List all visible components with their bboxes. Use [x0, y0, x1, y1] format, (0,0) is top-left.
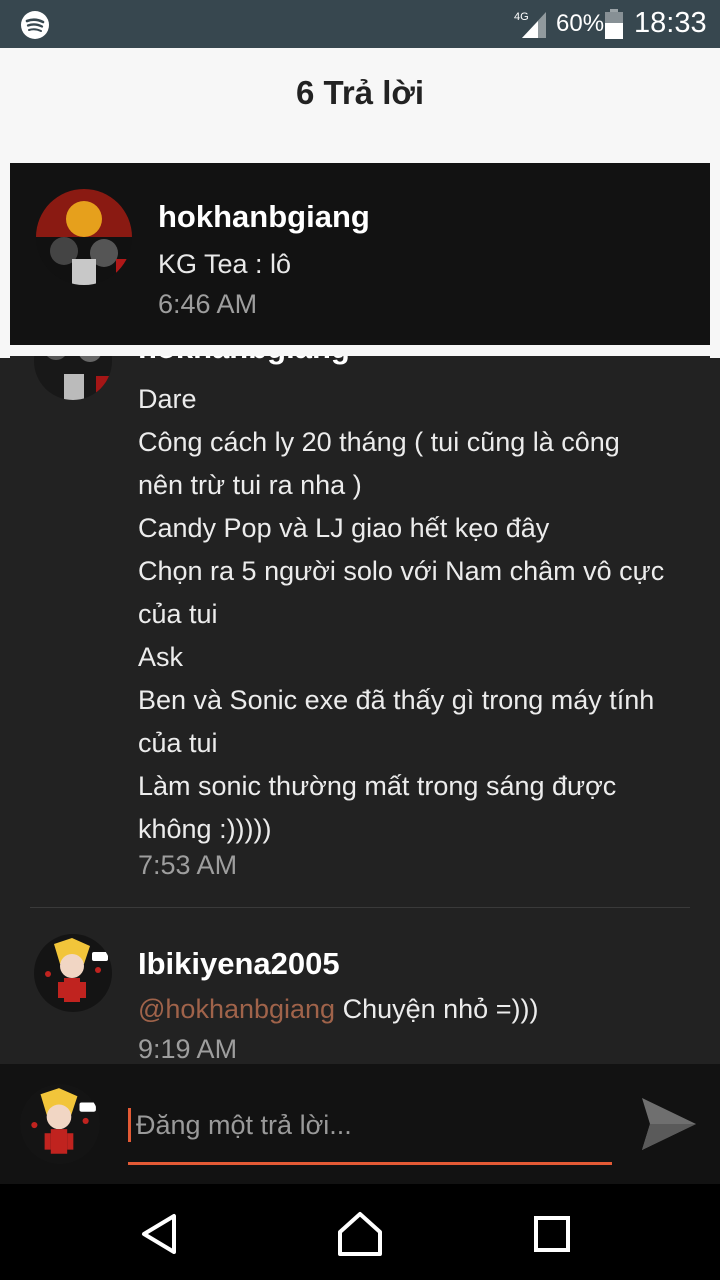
message-line: nên trừ tui ra nha )	[138, 470, 362, 500]
reply-input[interactable]	[134, 1104, 608, 1146]
divider	[30, 907, 690, 908]
post-message: @hokhanbgiang Chuyện nhỏ =)))	[138, 994, 538, 1025]
post-time: 9:19 AM	[138, 1034, 238, 1064]
post-username[interactable]: hokhanbgiang	[138, 356, 350, 366]
reply-input-wrapper[interactable]	[128, 1098, 612, 1165]
post-time: 7:53 AM	[138, 850, 238, 880]
battery-percent: 60%	[556, 10, 605, 37]
system-nav-bar	[0, 1184, 720, 1280]
message-line: của tui	[138, 599, 218, 629]
avatar[interactable]	[34, 934, 112, 1012]
post-username[interactable]: Ibikiyena2005	[138, 946, 340, 982]
post-message: KG Tea : lô	[158, 249, 292, 279]
message-line: Candy Pop và LJ giao hết kẹo đây	[138, 513, 550, 543]
user-mention-link[interactable]: @hokhanbgiang	[138, 994, 335, 1024]
top-post-card[interactable]: hokhanbgiang KG Tea : lô 6:46 AM	[10, 163, 710, 345]
home-icon[interactable]	[334, 1208, 386, 1260]
status-bar: 4G 60% 18:33	[0, 0, 720, 48]
message-line: Ask	[138, 642, 184, 672]
message-line: Ben và Sonic exe đã thấy gì trong máy tí…	[138, 685, 655, 715]
post-time: 6:46 AM	[158, 289, 258, 319]
message-line: Chọn ra 5 người solo với Nam châm vô cực	[138, 556, 665, 586]
message-line: Công cách ly 20 tháng ( tui cũng là công	[138, 427, 620, 457]
message-text: Chuyện nhỏ =)))	[335, 994, 539, 1024]
post-message: Dare Công cách ly 20 tháng ( tui cũng là…	[138, 378, 698, 851]
message-line: không :)))))	[138, 814, 272, 844]
signal-icon: 4G	[514, 11, 546, 38]
battery-icon	[605, 9, 623, 39]
network-type-label: 4G	[514, 11, 529, 23]
page-title: 6 Trả lời	[295, 74, 425, 111]
status-clock: 18:33	[634, 7, 707, 39]
reply-thread[interactable]: hokhanbgiang Dare Công cách ly 20 tháng …	[10, 356, 710, 1064]
message-line: của tui	[138, 728, 218, 758]
avatar	[20, 1084, 100, 1164]
spotify-icon	[21, 11, 49, 39]
message-line: Dare	[138, 384, 197, 414]
reply-composer	[0, 1064, 720, 1184]
list-item[interactable]: hokhanbgiang Dare Công cách ly 20 tháng …	[10, 356, 710, 906]
message-line: Làm sonic thường mất trong sáng được	[138, 771, 617, 801]
send-icon[interactable]	[640, 1096, 698, 1152]
avatar[interactable]	[34, 356, 112, 400]
avatar[interactable]	[36, 189, 132, 285]
text-cursor	[128, 1108, 131, 1142]
recents-icon[interactable]	[526, 1208, 578, 1260]
back-icon[interactable]	[134, 1208, 186, 1260]
post-username[interactable]: hokhanbgiang	[158, 199, 370, 235]
